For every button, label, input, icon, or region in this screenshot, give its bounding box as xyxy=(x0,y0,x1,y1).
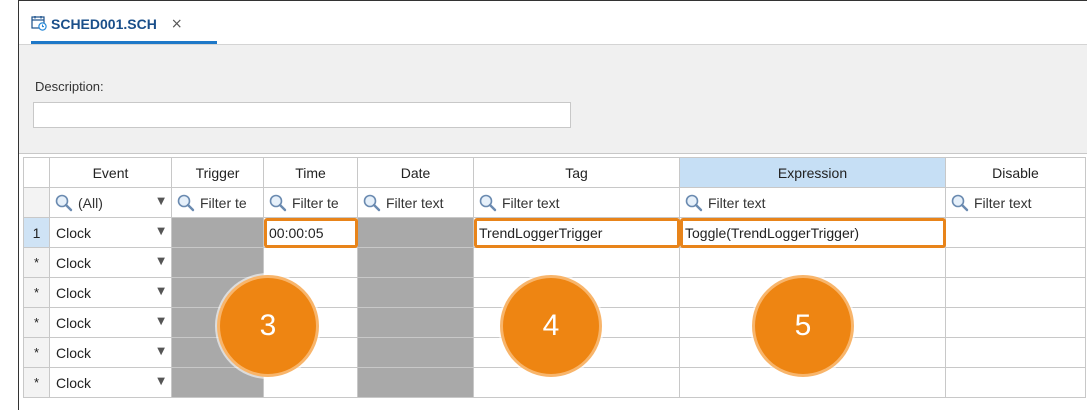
chevron-down-icon[interactable]: ▼ xyxy=(157,376,165,387)
filter-row: (All) ▼ Filter te Filter te Filter text … xyxy=(23,187,1086,218)
chevron-down-icon[interactable]: ▼ xyxy=(157,256,165,267)
tag-cell[interactable] xyxy=(473,367,680,398)
filter-date-placeholder: Filter text xyxy=(386,194,444,211)
date-cell xyxy=(357,247,474,278)
chevron-down-icon[interactable]: ▼ xyxy=(157,196,165,207)
chevron-down-icon[interactable]: ▼ xyxy=(157,316,165,327)
event-cell[interactable]: Clock ▼ xyxy=(49,247,172,278)
disable-cell[interactable] xyxy=(945,247,1086,278)
row-header[interactable]: * xyxy=(23,367,50,398)
filter-row-header xyxy=(23,187,50,218)
event-cell[interactable]: Clock ▼ xyxy=(49,307,172,338)
filter-tag[interactable]: Filter text xyxy=(473,187,680,218)
table-row[interactable]: 1 Clock ▼ 00:00:05 TrendLoggerTrigger Tog… xyxy=(23,217,1086,248)
schedule-icon xyxy=(31,16,47,31)
tab-close-button[interactable]: × xyxy=(171,16,183,32)
event-value: Clock xyxy=(56,284,92,301)
search-icon xyxy=(55,194,73,211)
chevron-down-icon[interactable]: ▼ xyxy=(157,286,165,297)
disable-cell[interactable] xyxy=(945,277,1086,308)
chevron-down-icon[interactable]: ▼ xyxy=(157,346,165,357)
corner-cell[interactable] xyxy=(23,157,50,188)
chevron-down-icon[interactable]: ▼ xyxy=(157,226,165,237)
filter-event-value: (All) xyxy=(78,194,103,211)
event-cell[interactable]: Clock ▼ xyxy=(49,367,172,398)
event-value: Clock xyxy=(56,224,92,241)
row-header[interactable]: * xyxy=(23,337,50,368)
event-cell[interactable]: Clock ▼ xyxy=(49,277,172,308)
disable-cell[interactable] xyxy=(945,367,1086,398)
event-value: Clock xyxy=(56,344,92,361)
column-header-tag[interactable]: Tag xyxy=(473,157,680,188)
disable-cell[interactable] xyxy=(945,337,1086,368)
row-header[interactable]: * xyxy=(23,277,50,308)
date-cell xyxy=(357,337,474,368)
column-header-event[interactable]: Event xyxy=(49,157,172,188)
callout-marker-4: 4 xyxy=(500,275,602,377)
expression-cell[interactable]: Toggle(TrendLoggerTrigger) xyxy=(679,217,946,248)
row-header[interactable]: 1 xyxy=(23,217,50,248)
filter-disable-placeholder: Filter text xyxy=(974,194,1032,211)
column-header-date[interactable]: Date xyxy=(357,157,474,188)
column-header-expression[interactable]: Expression xyxy=(679,157,946,188)
filter-tag-placeholder: Filter text xyxy=(502,194,560,211)
event-cell[interactable]: Clock ▼ xyxy=(49,337,172,368)
filter-disable[interactable]: Filter text xyxy=(945,187,1086,218)
time-cell[interactable] xyxy=(263,247,358,278)
disable-cell[interactable] xyxy=(945,307,1086,338)
disable-cell[interactable] xyxy=(945,217,1086,248)
event-value: Clock xyxy=(56,254,92,271)
date-cell xyxy=(357,367,474,398)
search-icon xyxy=(363,194,381,211)
filter-trigger-placeholder: Filter te xyxy=(200,194,247,211)
search-icon xyxy=(269,194,287,211)
trigger-cell xyxy=(171,247,264,278)
callout-marker-5: 5 xyxy=(752,275,854,377)
search-icon xyxy=(685,194,703,211)
row-header[interactable]: * xyxy=(23,307,50,338)
tag-cell[interactable] xyxy=(473,247,680,278)
filter-expression-placeholder: Filter text xyxy=(708,194,766,211)
filter-event[interactable]: (All) ▼ xyxy=(49,187,172,218)
column-header-time[interactable]: Time xyxy=(263,157,358,188)
tab-bar: SCHED001.SCH × xyxy=(19,1,1087,44)
expression-cell[interactable] xyxy=(679,247,946,278)
row-header[interactable]: * xyxy=(23,247,50,278)
filter-time-placeholder: Filter te xyxy=(292,194,339,211)
search-icon xyxy=(177,194,195,211)
search-icon xyxy=(951,194,969,211)
tab-title: SCHED001.SCH xyxy=(51,16,157,32)
table-row[interactable]: * Clock ▼ xyxy=(23,247,1086,278)
column-header-trigger[interactable]: Trigger xyxy=(171,157,264,188)
event-value: Clock xyxy=(56,374,92,391)
header-row: Event Trigger Time Date Tag Expression D… xyxy=(23,157,1086,188)
column-header-disable[interactable]: Disable xyxy=(945,157,1086,188)
description-panel: Description: xyxy=(19,44,1087,154)
description-input[interactable] xyxy=(33,102,571,128)
callout-marker-3: 3 xyxy=(217,275,319,377)
filter-time[interactable]: Filter te xyxy=(263,187,358,218)
time-cell[interactable]: 00:00:05 xyxy=(263,217,358,248)
date-cell xyxy=(357,217,474,248)
trigger-cell xyxy=(171,217,264,248)
event-value: Clock xyxy=(56,314,92,331)
tag-cell[interactable]: TrendLoggerTrigger xyxy=(473,217,680,248)
filter-expression[interactable]: Filter text xyxy=(679,187,946,218)
description-label: Description: xyxy=(35,79,104,94)
date-cell xyxy=(357,277,474,308)
date-cell xyxy=(357,307,474,338)
filter-date[interactable]: Filter text xyxy=(357,187,474,218)
search-icon xyxy=(479,194,497,211)
tab-sched001[interactable]: SCHED001.SCH × xyxy=(31,13,183,43)
filter-trigger[interactable]: Filter te xyxy=(171,187,264,218)
event-cell[interactable]: Clock ▼ xyxy=(49,217,172,248)
